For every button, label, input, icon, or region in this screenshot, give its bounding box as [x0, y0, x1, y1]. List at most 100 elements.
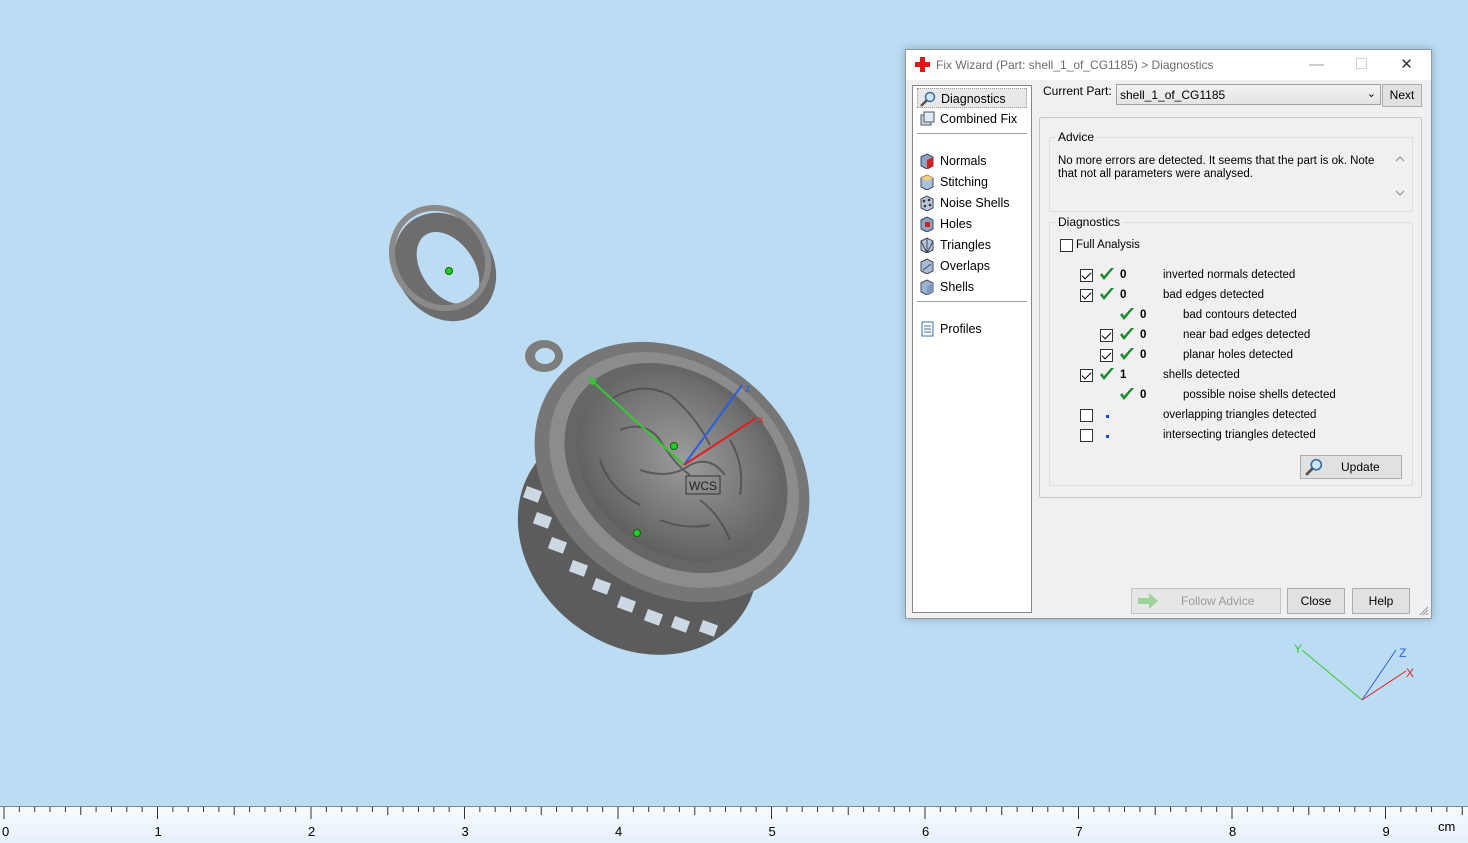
diagnostic-checkbox[interactable]	[1100, 329, 1113, 342]
stitching-icon	[920, 174, 934, 190]
ring-pivot-point[interactable]	[445, 267, 453, 275]
diagnostic-count: 0	[1140, 329, 1147, 341]
nav-item-triangles[interactable]: Triangles	[917, 235, 1027, 255]
current-part-select[interactable]: shell_1_of_CG1185 ⌄	[1116, 84, 1381, 105]
current-part-value: shell_1_of_CG1185	[1120, 88, 1226, 102]
update-button[interactable]: Update	[1300, 455, 1402, 479]
ruler-unit: cm	[1438, 819, 1456, 834]
combined-fix-icon	[920, 111, 935, 126]
nav-label: Overlaps	[940, 259, 991, 273]
wizard-nav-panel[interactable]: Diagnostics Combined Fix Normals Stitchi…	[912, 85, 1032, 613]
nav-item-stitching[interactable]: Stitching	[917, 172, 1027, 192]
nav-item-profiles[interactable]: Profiles	[917, 319, 1027, 339]
diagnostic-count: 0	[1120, 269, 1127, 281]
diagnostic-label: shells detected	[1163, 369, 1240, 381]
diagnostic-row: 0 bad contours detected	[1050, 308, 1410, 326]
noise-shells-icon	[920, 195, 934, 211]
ring-part[interactable]	[372, 189, 517, 341]
chevron-down-icon: ⌄	[1366, 88, 1376, 100]
normals-icon	[920, 153, 934, 169]
pendant-pivot-point[interactable]	[670, 442, 678, 450]
minimize-button[interactable]: —	[1294, 50, 1339, 80]
diagnostics-frame: Advice No more errors are detected. It s…	[1039, 117, 1422, 498]
ruler-label: 8	[1229, 824, 1237, 839]
ruler-label: 9	[1382, 824, 1390, 839]
diagnostics-title: Diagnostics	[1056, 215, 1123, 229]
pendant-part[interactable]	[472, 288, 861, 702]
green-check-icon	[1120, 348, 1134, 360]
full-analysis-label: Full Analysis	[1076, 239, 1140, 251]
diagnostic-checkbox[interactable]	[1080, 369, 1093, 382]
nav-item-overlaps[interactable]: Overlaps	[917, 256, 1027, 276]
green-check-icon	[1100, 288, 1114, 300]
help-button[interactable]: Help	[1352, 588, 1410, 614]
diagnostic-label: inverted normals detected	[1163, 269, 1296, 281]
triad-z-label: Z	[1399, 646, 1406, 660]
fix-wizard-dialog[interactable]: Fix Wizard (Part: shell_1_of_CG1185) > D…	[905, 49, 1432, 619]
nav-item-normals[interactable]: Normals	[917, 151, 1027, 171]
ruler-label: 7	[1075, 824, 1083, 839]
diagnostic-count: 0	[1140, 389, 1147, 401]
diagnostic-row: intersecting triangles detected	[1050, 428, 1410, 446]
diagnostic-count: 0	[1140, 349, 1147, 361]
nav-item-holes[interactable]: Holes	[917, 214, 1027, 234]
follow-advice-button[interactable]: Follow Advice	[1131, 588, 1281, 614]
green-check-icon	[1120, 308, 1134, 320]
diagnostic-checkbox[interactable]	[1080, 289, 1093, 302]
diagnostic-label: bad edges detected	[1163, 289, 1265, 301]
nav-label: Diagnostics	[941, 92, 1006, 106]
dialog-title: Fix Wizard (Part: shell_1_of_CG1185) > D…	[936, 58, 1214, 72]
close-window-button[interactable]: ✕	[1384, 50, 1429, 80]
profiles-icon	[921, 321, 934, 337]
diagnostic-checkbox[interactable]	[1080, 269, 1093, 282]
diagnostic-count: 0	[1120, 289, 1127, 301]
follow-advice-label: Follow Advice	[1181, 594, 1255, 608]
advice-group: Advice No more errors are detected. It s…	[1049, 130, 1413, 212]
maximize-button[interactable]: ☐	[1339, 50, 1384, 80]
green-check-icon	[1120, 328, 1134, 340]
resize-grip-icon[interactable]	[1419, 606, 1429, 616]
nav-item-diagnostics[interactable]: Diagnostics	[917, 88, 1027, 108]
current-part-label: Current Part:	[1043, 84, 1112, 98]
diagnostic-row: 0 planar holes detected	[1050, 348, 1410, 366]
nav-label: Noise Shells	[940, 196, 1010, 210]
nav-item-noise-shells[interactable]: Noise Shells	[917, 193, 1027, 213]
nav-item-combined-fix[interactable]: Combined Fix	[917, 109, 1027, 129]
ruler-label: 2	[308, 824, 316, 839]
diagnostic-checkbox[interactable]	[1080, 409, 1093, 422]
pendant-center-point[interactable]	[633, 529, 641, 537]
green-check-icon	[1100, 268, 1114, 280]
nav-label: Combined Fix	[940, 112, 1018, 126]
nav-item-shells[interactable]: Shells	[917, 277, 1027, 297]
diagnostic-count: 1	[1120, 369, 1127, 381]
ruler-label: 1	[154, 824, 162, 839]
next-button[interactable]: Next	[1382, 84, 1422, 107]
ruler-label: 6	[922, 824, 930, 839]
diagnostic-label: bad contours detected	[1183, 309, 1297, 321]
full-analysis-checkbox[interactable]	[1060, 239, 1073, 252]
diagnostic-label: overlapping triangles detected	[1163, 409, 1317, 421]
close-button[interactable]: Close	[1287, 588, 1345, 614]
diagnostic-row: 0 inverted normals detected	[1050, 268, 1410, 286]
diagnostic-checkbox[interactable]	[1100, 349, 1113, 362]
nav-label: Shells	[940, 280, 975, 294]
wcs-x-label: x	[758, 414, 764, 426]
diagnostic-row: overlapping triangles detected	[1050, 408, 1410, 426]
advice-textbox[interactable]: No more errors are detected. It seems th…	[1056, 153, 1409, 203]
advice-scrollbar[interactable]	[1393, 153, 1407, 199]
shells-icon	[920, 279, 934, 295]
nav-label: Triangles	[940, 238, 991, 252]
green-check-icon	[1100, 368, 1114, 380]
diagnostic-label: near bad edges detected	[1183, 329, 1311, 341]
ruler-label: 4	[615, 824, 623, 839]
diagnostic-checkbox[interactable]	[1080, 429, 1093, 442]
green-check-icon	[1120, 388, 1134, 400]
triad-x-label: X	[1406, 666, 1414, 680]
triangles-icon	[920, 237, 934, 253]
diagnostic-count: 0	[1140, 309, 1147, 321]
advice-title: Advice	[1056, 130, 1097, 144]
ruler-label: 0	[2, 824, 10, 839]
title-bar[interactable]: Fix Wizard (Part: shell_1_of_CG1185) > D…	[906, 50, 1431, 80]
pending-dot-icon	[1106, 435, 1109, 438]
nav-label: Stitching	[940, 175, 988, 189]
